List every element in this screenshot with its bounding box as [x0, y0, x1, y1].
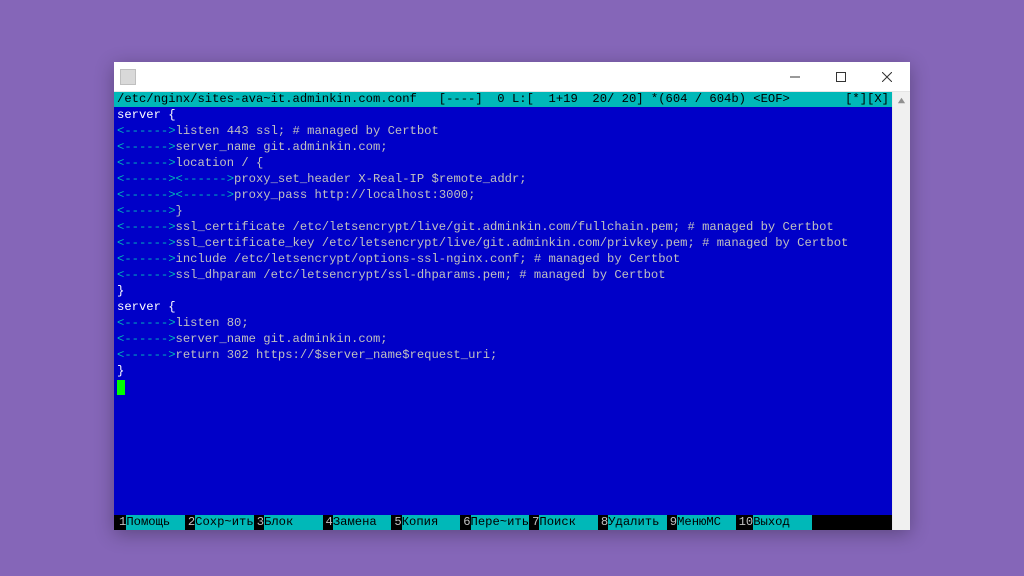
titlebar-left: [120, 69, 142, 85]
fkey-label: Сохр~ить: [195, 515, 254, 530]
editor-line: <------>ssl_certificate /etc/letsencrypt…: [117, 219, 889, 235]
editor-line: <------>include /etc/letsencrypt/options…: [117, 251, 889, 267]
fkey-number: 7: [529, 515, 539, 530]
close-button[interactable]: [864, 62, 910, 91]
fkey-label: МенюMC: [677, 515, 736, 530]
editor-line: server {: [117, 107, 889, 123]
fkey-number: 8: [598, 515, 608, 530]
editor-line: <------><------>proxy_pass http://localh…: [117, 187, 889, 203]
fkey-number: 3: [254, 515, 264, 530]
fkey-number: 9: [667, 515, 677, 530]
titlebar[interactable]: [114, 62, 910, 92]
fkey-6[interactable]: 6Пере~ить: [460, 515, 529, 530]
maximize-button[interactable]: [818, 62, 864, 91]
fkey-1[interactable]: 1Помощь: [116, 515, 185, 530]
editor-line: <------>location / {: [117, 155, 889, 171]
editor-line: <------>ssl_certificate_key /etc/letsenc…: [117, 235, 889, 251]
fkey-bar: 1Помощь 2Сохр~ить3Блок 4Замена 5Копия 6П…: [114, 515, 892, 530]
fkey-number: 4: [323, 515, 333, 530]
window-controls: [772, 62, 910, 91]
fkey-number: 10: [736, 515, 754, 530]
close-icon: [882, 72, 892, 82]
text-cursor: [117, 380, 125, 395]
fkey-label: Пере~ить: [471, 515, 530, 530]
status-left: /etc/nginx/sites-ava~it.adminkin.com.con…: [117, 92, 790, 107]
editor-line: }: [117, 283, 889, 299]
editor-line: <------>return 302 https://$server_name$…: [117, 347, 889, 363]
editor-line: server {: [117, 299, 889, 315]
fkey-number: 1: [116, 515, 126, 530]
editor-body[interactable]: server {<------>listen 443 ssl; # manage…: [114, 107, 892, 515]
fkey-label: Копия: [402, 515, 461, 530]
editor-status-line: /etc/nginx/sites-ava~it.adminkin.com.con…: [114, 92, 892, 107]
editor-line: <------>server_name git.adminkin.com;: [117, 331, 889, 347]
fkey-9[interactable]: 9МенюMC: [667, 515, 736, 530]
fkey-2[interactable]: 2Сохр~ить: [185, 515, 254, 530]
app-icon: [120, 69, 136, 85]
fkey-label: Выход: [753, 515, 812, 530]
fkey-label: Блок: [264, 515, 323, 530]
vertical-scrollbar[interactable]: [892, 92, 910, 530]
fkey-number: 2: [185, 515, 195, 530]
editor-line: }: [117, 363, 889, 379]
fkey-5[interactable]: 5Копия: [391, 515, 460, 530]
fkey-number: 5: [391, 515, 401, 530]
editor-line: <------>ssl_dhparam /etc/letsencrypt/ssl…: [117, 267, 889, 283]
minimize-icon: [790, 72, 800, 82]
maximize-icon: [836, 72, 846, 82]
fkey-number: 6: [460, 515, 470, 530]
terminal[interactable]: /etc/nginx/sites-ava~it.adminkin.com.con…: [114, 92, 892, 530]
fkey-label: Удалить: [608, 515, 667, 530]
editor-line: <------>listen 80;: [117, 315, 889, 331]
fkey-4[interactable]: 4Замена: [323, 515, 392, 530]
fkey-7[interactable]: 7Поиск: [529, 515, 598, 530]
minimize-button[interactable]: [772, 62, 818, 91]
editor-line: <------><------>proxy_set_header X-Real-…: [117, 171, 889, 187]
editor-line: <------>server_name git.adminkin.com;: [117, 139, 889, 155]
editor-line: <------>listen 443 ssl; # managed by Cer…: [117, 123, 889, 139]
scroll-up-icon[interactable]: [893, 92, 910, 109]
cursor-line: [117, 379, 889, 395]
editor-line: <------>}: [117, 203, 889, 219]
fkey-3[interactable]: 3Блок: [254, 515, 323, 530]
fkey-label: Замена: [333, 515, 392, 530]
fkey-8[interactable]: 8Удалить: [598, 515, 667, 530]
app-window: /etc/nginx/sites-ava~it.adminkin.com.con…: [114, 62, 910, 530]
fkey-label: Помощь: [126, 515, 185, 530]
status-right: [*][X]: [845, 92, 889, 107]
client-area: /etc/nginx/sites-ava~it.adminkin.com.con…: [114, 92, 910, 530]
fkey-label: Поиск: [539, 515, 598, 530]
fkey-10[interactable]: 10Выход: [736, 515, 812, 530]
